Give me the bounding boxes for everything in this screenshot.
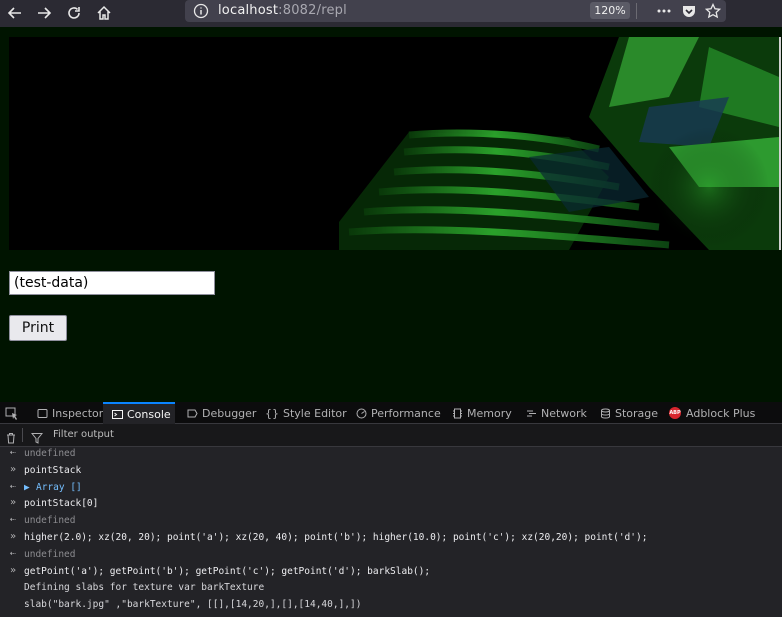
console-line: Defining slabs for texture var barkTextu…: [0, 580, 782, 596]
tab-network[interactable]: Network: [519, 402, 593, 424]
url-text[interactable]: localhost:8082/repl: [218, 3, 347, 18]
tab-console-label: Console: [127, 407, 171, 421]
network-icon: [525, 407, 537, 419]
expand-triangle-icon[interactable]: ▶: [24, 482, 30, 493]
element-picker-icon: [5, 407, 17, 420]
console-line-text: higher(2.0); xz(20, 20); point('a'); xz(…: [24, 532, 648, 543]
console-line: » higher(2.0); xz(20, 20); point('a'); x…: [0, 530, 782, 546]
tab-adblock-plus[interactable]: ABP Adblock Plus: [663, 402, 761, 424]
performance-icon: [355, 407, 367, 419]
console-line-text: getPoint('a'); getPoint('b'); getPoint('…: [24, 566, 431, 577]
home-icon: [97, 5, 111, 20]
tab-storage-label: Storage: [615, 406, 659, 420]
url-divider: [636, 3, 637, 19]
result-arrow-icon: ⇠: [10, 514, 17, 525]
devtools-tab-bar: Inspector Console Debugger {} Style Edit…: [0, 402, 782, 424]
result-arrow-icon: ⇠: [10, 447, 17, 458]
console-line: ⇠: [0, 613, 782, 617]
tab-storage[interactable]: Storage: [593, 402, 664, 424]
console-line-text: undefined: [24, 515, 76, 526]
element-picker-button[interactable]: [5, 402, 21, 424]
reload-button[interactable]: [63, 2, 85, 24]
print-button[interactable]: Print: [9, 315, 67, 341]
forward-arrow-icon: [38, 7, 52, 19]
url-path: :8082/repl: [278, 3, 347, 18]
result-arrow-icon: ⇠: [10, 548, 17, 559]
console-line-text[interactable]: Array []: [36, 482, 82, 493]
filter-output-input[interactable]: Filter output: [53, 429, 114, 440]
tab-style-editor-label: Style Editor: [283, 406, 347, 420]
console-line-text: Defining slabs for texture var barkTextu…: [24, 582, 265, 593]
url-bar[interactable]: localhost:8082/repl 120%: [185, 0, 726, 22]
canvas-border: [779, 37, 781, 250]
tab-inspector-label: Inspector: [52, 406, 104, 420]
render-canvas[interactable]: [9, 37, 779, 250]
tab-debugger[interactable]: Debugger: [180, 402, 262, 424]
console-line-text: undefined: [24, 448, 76, 459]
input-chevron-icon: »: [10, 531, 17, 542]
tab-adblock-plus-label: Adblock Plus: [686, 406, 756, 420]
info-icon[interactable]: [193, 3, 209, 19]
tab-network-label: Network: [541, 406, 587, 420]
url-host: localhost: [218, 3, 279, 18]
zoom-indicator[interactable]: 120%: [590, 2, 630, 19]
console-line: » getPoint('a'); getPoint('b'); getPoint…: [0, 564, 782, 580]
tab-performance[interactable]: Performance: [349, 402, 447, 424]
result-arrow-icon: ⇠: [10, 481, 17, 492]
console-line[interactable]: ⇠ ▶ Array []: [0, 480, 782, 496]
console-line-text: pointStack[0]: [24, 498, 99, 509]
debugger-icon: [186, 407, 198, 419]
command-input[interactable]: [9, 271, 215, 295]
home-button[interactable]: [93, 2, 115, 24]
input-chevron-icon: »: [10, 565, 17, 576]
tab-inspector[interactable]: Inspector: [30, 402, 109, 424]
bookmark-star-icon[interactable]: [704, 2, 722, 20]
console-filter-bar: Filter output: [0, 424, 782, 447]
forward-button[interactable]: [33, 2, 55, 24]
filter-divider: [22, 428, 23, 442]
tab-performance-label: Performance: [371, 406, 441, 420]
tab-style-editor[interactable]: {} Style Editor: [259, 402, 353, 424]
inspector-icon: [36, 407, 48, 419]
console-line: ⇠ undefined: [0, 547, 782, 563]
console-line: slab("bark.jpg" ,"barkTexture", [[],[14,…: [0, 597, 782, 613]
console-line: ⇠ undefined: [0, 513, 782, 529]
adblock-plus-icon: ABP: [669, 407, 681, 419]
console-line: ⇠ undefined: [0, 447, 782, 462]
style-editor-icon: {}: [265, 406, 279, 420]
console-line: » pointStack: [0, 463, 782, 479]
back-button[interactable]: [4, 2, 26, 24]
input-chevron-icon: »: [10, 497, 17, 508]
console-line: » pointStack[0]: [0, 496, 782, 512]
back-arrow-icon: [7, 7, 21, 19]
tab-debugger-label: Debugger: [202, 406, 257, 420]
devtools-panel: Inspector Console Debugger {} Style Edit…: [0, 402, 782, 617]
tab-memory[interactable]: Memory: [445, 402, 518, 424]
page-actions-menu-icon[interactable]: [655, 2, 673, 20]
pocket-icon[interactable]: [680, 2, 698, 20]
reload-icon: [68, 7, 80, 19]
trash-icon[interactable]: [5, 429, 17, 448]
storage-icon: [599, 407, 611, 419]
render-canvas-scene: [9, 37, 779, 250]
console-line-text: undefined: [24, 549, 76, 560]
tab-memory-label: Memory: [467, 406, 512, 420]
browser-toolbar: localhost:8082/repl 120%: [0, 0, 782, 27]
input-chevron-icon: »: [10, 464, 17, 475]
console-icon: [111, 408, 123, 420]
tab-console[interactable]: Console: [103, 402, 175, 424]
filter-funnel-icon: [30, 429, 44, 448]
memory-icon: [451, 407, 463, 419]
console-line-text: slab("bark.jpg" ,"barkTexture", [[],[14,…: [24, 599, 362, 610]
console-line-text: pointStack: [24, 465, 82, 476]
console-output: ⇠ undefined » pointStack ⇠ ▶ Array [] » …: [0, 447, 782, 617]
